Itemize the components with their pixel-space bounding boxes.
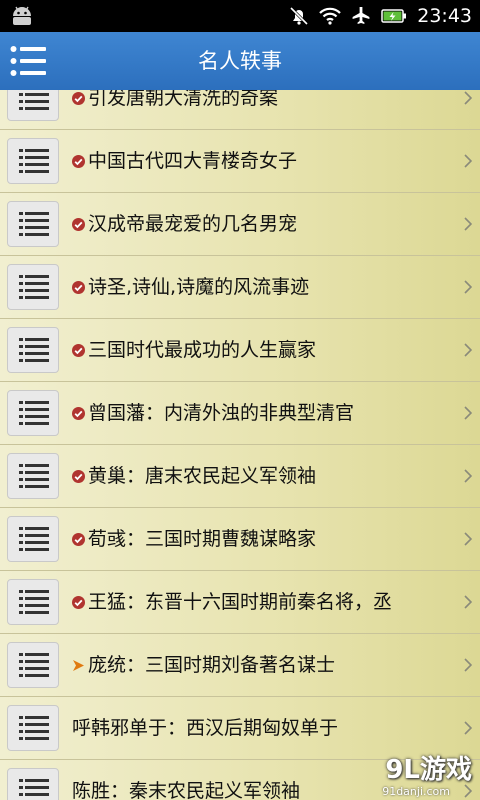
list-thumbnail-icon <box>7 642 59 688</box>
chevron-right-icon <box>464 658 472 672</box>
list-item[interactable]: 荀彧：三国时期曹魏谋略家 <box>0 508 480 571</box>
list-item-title: 庞统：三国时期刘备著名谋士 <box>88 654 336 676</box>
list-thumbnail-icon <box>7 327 59 373</box>
list-thumbnail-icon <box>7 579 59 625</box>
chevron-right-icon <box>464 91 472 105</box>
list-thumbnail-icon <box>7 705 59 751</box>
muted-bell-icon <box>290 6 309 26</box>
list-item[interactable]: 引发唐朝大清洗的奇案 <box>0 90 480 130</box>
list-thumbnail-icon <box>7 90 59 121</box>
battery-charging-icon <box>381 9 407 23</box>
chevron-right-icon <box>464 217 472 231</box>
list-item-title: 黄巢：唐末农民起义军领袖 <box>88 465 317 487</box>
chevron-right-icon <box>464 784 472 798</box>
list-thumbnail-icon <box>7 264 59 310</box>
check-icon <box>72 218 85 231</box>
list-item[interactable]: 中国古代四大青楼奇女子 <box>0 130 480 193</box>
list-thumbnail-icon <box>7 138 59 184</box>
check-icon <box>72 344 85 357</box>
list-thumbnail-icon <box>7 390 59 436</box>
check-icon <box>72 596 85 609</box>
list-thumbnail-icon <box>7 453 59 499</box>
list-item[interactable]: 诗圣,诗仙,诗魔的风流事迹 <box>0 256 480 319</box>
list-item-title: 引发唐朝大清洗的奇案 <box>88 90 279 109</box>
list-item-title: 荀彧：三国时期曹魏谋略家 <box>88 528 317 550</box>
list-item-title: 三国时代最成功的人生赢家 <box>88 339 317 361</box>
wifi-icon <box>319 7 342 25</box>
status-bar: 23:43 <box>0 0 480 32</box>
list-thumbnail-icon <box>7 768 59 800</box>
check-icon <box>72 155 85 168</box>
list-item[interactable]: 庞统：三国时期刘备著名谋士 <box>0 634 480 697</box>
list-item[interactable]: 曾国藩：内清外浊的非典型清官 <box>0 382 480 445</box>
check-icon <box>72 92 85 105</box>
page-title: 名人轶事 <box>198 49 282 73</box>
list-thumbnail-icon <box>7 201 59 247</box>
list-item[interactable]: 王猛：东晋十六国时期前秦名将，丞 <box>0 571 480 634</box>
list-item[interactable]: 汉成帝最宠爱的几名男宠 <box>0 193 480 256</box>
chevron-right-icon <box>464 595 472 609</box>
list-item-title: 呼韩邪单于：西汉后期匈奴单于 <box>72 717 339 739</box>
chevron-right-icon <box>464 280 472 294</box>
check-icon <box>72 533 85 546</box>
article-list: 引发唐朝大清洗的奇案 中国古代四大青楼奇女子 汉成帝最宠爱的几名男宠 诗圣,诗仙… <box>0 90 480 800</box>
arrow-icon <box>73 660 84 671</box>
watermark-url: 91danji.com <box>382 785 450 798</box>
chevron-right-icon <box>464 721 472 735</box>
chevron-right-icon <box>464 154 472 168</box>
check-icon <box>72 281 85 294</box>
list-item-title: 诗圣,诗仙,诗魔的风流事迹 <box>88 276 310 298</box>
list-item-title: 汉成帝最宠爱的几名男宠 <box>88 213 298 235</box>
clock: 23:43 <box>417 5 472 27</box>
check-icon <box>72 407 85 420</box>
chevron-right-icon <box>464 343 472 357</box>
list-thumbnail-icon <box>7 516 59 562</box>
android-icon <box>13 6 31 25</box>
list-item-title: 王猛：东晋十六国时期前秦名将，丞 <box>88 591 393 613</box>
chevron-right-icon <box>464 469 472 483</box>
list-item-title: 陈胜：秦末农民起义军领袖 <box>72 780 301 800</box>
chevron-right-icon <box>464 532 472 546</box>
watermark-logo: 9L游戏 <box>385 755 472 785</box>
airplane-icon <box>352 7 370 24</box>
check-icon <box>72 470 85 483</box>
list-item-title: 中国古代四大青楼奇女子 <box>88 150 298 172</box>
chevron-right-icon <box>464 406 472 420</box>
title-bar: 名人轶事 <box>0 32 480 91</box>
list-item[interactable]: 三国时代最成功的人生赢家 <box>0 319 480 382</box>
list-item-title: 曾国藩：内清外浊的非典型清官 <box>88 402 355 424</box>
list-item[interactable]: 黄巢：唐末农民起义军领袖 <box>0 445 480 508</box>
